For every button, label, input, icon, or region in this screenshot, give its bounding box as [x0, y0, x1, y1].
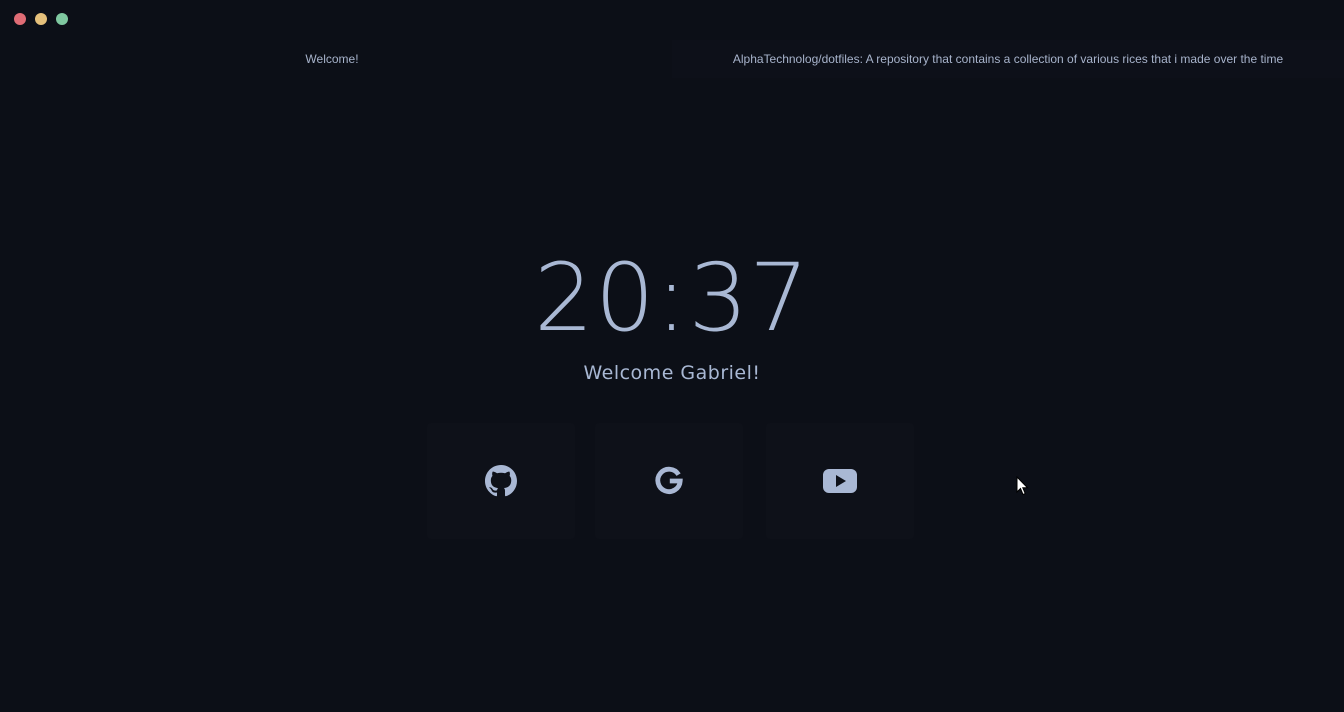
tab-dotfiles-repo[interactable]: AlphaTechnolog/dotfiles: A repository th… — [672, 40, 1344, 78]
youtube-link-card[interactable] — [766, 423, 914, 539]
github-icon — [485, 465, 517, 497]
close-button[interactable] — [14, 13, 26, 25]
window-controls — [14, 13, 68, 25]
google-icon — [653, 465, 685, 497]
youtube-icon — [823, 468, 857, 494]
clock-time: 20:37 — [534, 244, 810, 353]
maximize-button[interactable] — [56, 13, 68, 25]
google-link-card[interactable] — [595, 423, 743, 539]
tab-bar: Welcome! AlphaTechnolog/dotfiles: A repo… — [0, 40, 1344, 78]
welcome-greeting: Welcome Gabriel! — [583, 362, 761, 384]
minimize-button[interactable] — [35, 13, 47, 25]
browser-window: Welcome! AlphaTechnolog/dotfiles: A repo… — [0, 0, 1344, 712]
tab-welcome[interactable]: Welcome! — [0, 40, 664, 78]
mouse-cursor-icon — [1016, 475, 1030, 500]
github-link-card[interactable] — [427, 423, 575, 539]
tab-dotfiles-repo-label: AlphaTechnolog/dotfiles: A repository th… — [732, 52, 1284, 66]
tab-welcome-label: Welcome! — [305, 52, 359, 66]
